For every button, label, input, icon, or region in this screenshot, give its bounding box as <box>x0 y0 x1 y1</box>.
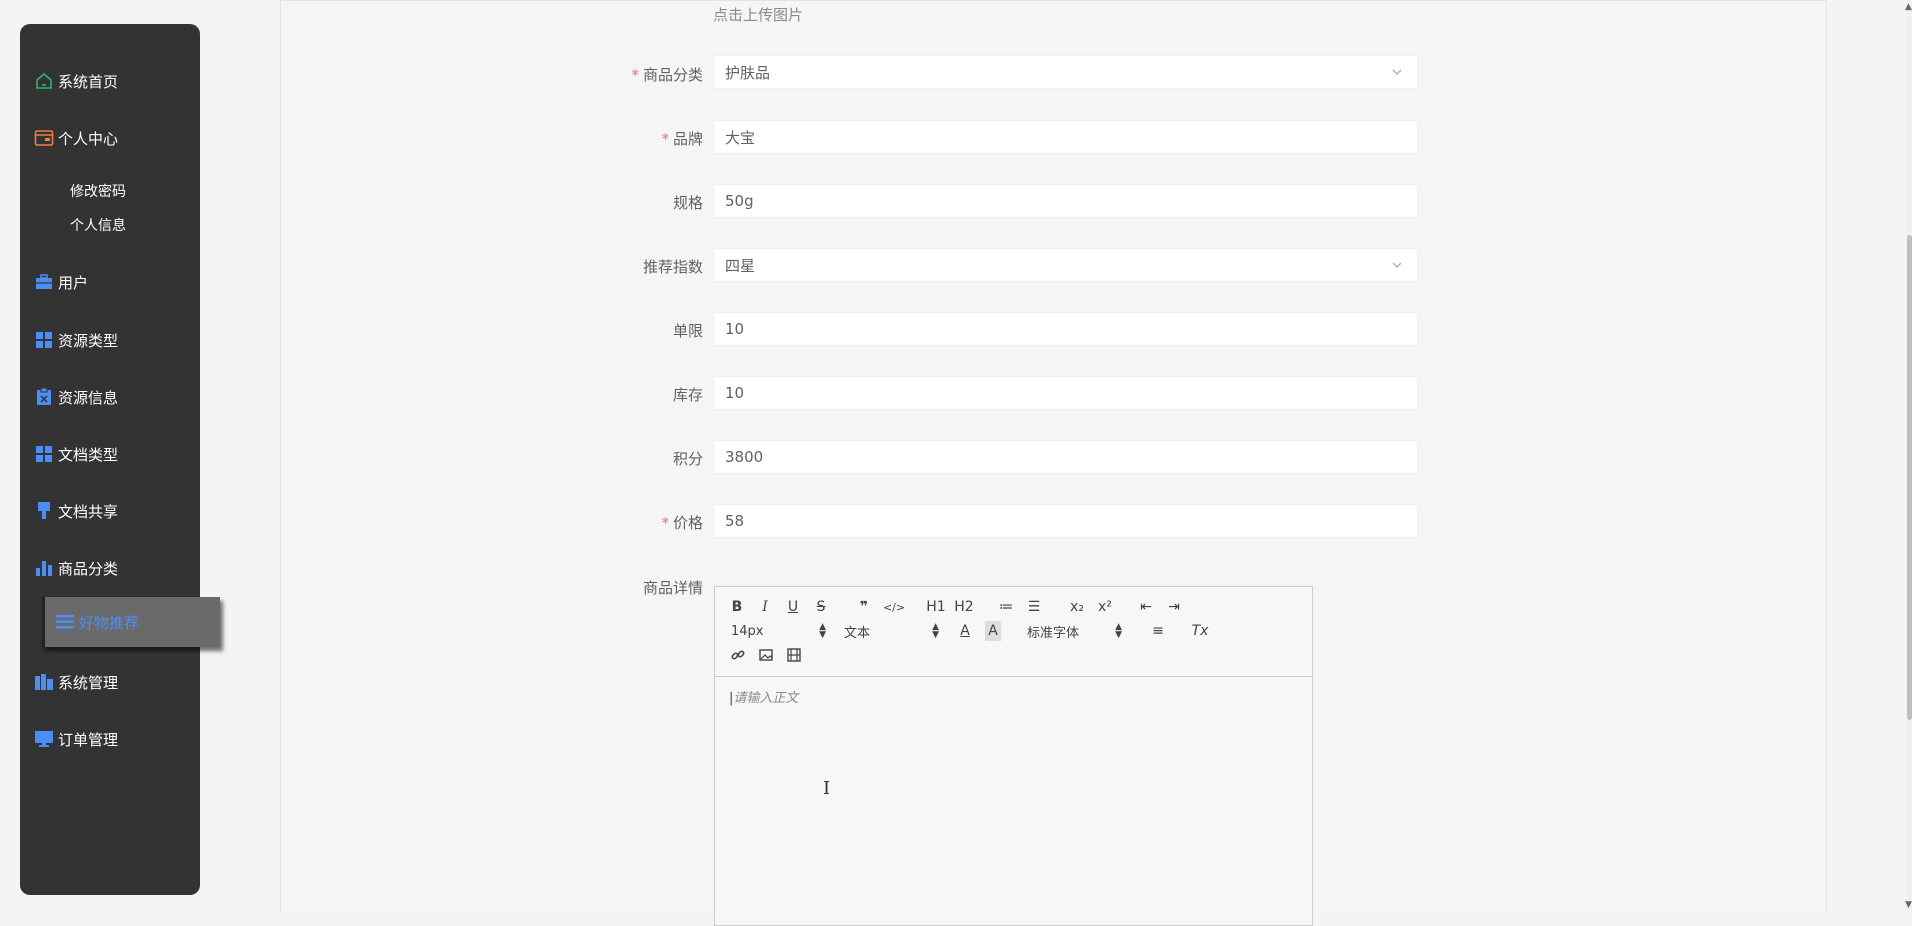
ordered-list-button[interactable]: ≔ <box>997 597 1015 617</box>
sidebar-subitem-personal-info[interactable]: 个人信息 <box>70 215 126 235</box>
text-cursor-icon: I <box>823 778 831 799</box>
underline-button[interactable]: U <box>785 597 801 617</box>
updown-arrow-icon: ▲ ▼ <box>819 622 826 640</box>
sidebar-item-label: 用户 <box>58 273 89 292</box>
link-icon <box>731 650 745 660</box>
label-product-details: 商品详情 <box>642 579 703 597</box>
sidebar-item-label: 个人中心 <box>58 129 119 148</box>
sidebar-item-product-category[interactable]: 商品分类 <box>34 553 118 583</box>
label-price: * 价格 <box>661 514 703 532</box>
sidebar-item-document-type[interactable]: 文档类型 <box>34 439 118 469</box>
video-icon <box>787 648 801 662</box>
wallet-icon <box>34 128 54 148</box>
label-recommend-rating: 推荐指数 <box>642 258 703 276</box>
bar-chart-icon <box>34 558 54 578</box>
bullet-list-button[interactable]: ☰ <box>1025 597 1043 617</box>
superscript-button[interactable]: x² <box>1095 597 1115 617</box>
align-button[interactable]: ≡ <box>1149 621 1167 641</box>
sidebar-item-recommendations[interactable]: 好物推荐 <box>42 597 220 647</box>
h2-button[interactable]: H2 <box>953 597 975 617</box>
product-category-select[interactable]: 护肤品 <box>713 55 1418 89</box>
sidebar-item-label: 商品分类 <box>58 559 119 578</box>
label-stock: 库存 <box>672 386 703 404</box>
outdent-button[interactable]: ⇤ <box>1137 597 1155 617</box>
sidebar-item-system-management[interactable]: 系统管理 <box>34 667 118 697</box>
sidebar-item-personal-center[interactable]: 个人中心 <box>34 123 118 153</box>
subscript-button[interactable]: x₂ <box>1067 597 1087 617</box>
monitor-icon <box>34 729 54 749</box>
chevron-down-icon <box>1392 69 1402 75</box>
price-input[interactable]: 58 <box>713 504 1418 538</box>
sidebar-item-label: 系统管理 <box>58 673 119 692</box>
scrollbar-thumb[interactable] <box>1907 235 1912 720</box>
background-color-button[interactable]: A <box>985 621 1001 641</box>
sidebar-item-document-share[interactable]: 文档共享 <box>34 496 118 526</box>
sidebar-item-label: 订单管理 <box>58 730 119 749</box>
rich-text-editor: B I U S ❞ </> H1 H2 ≔ ☰ x₂ x² ⇤ ⇥ 14px ▲… <box>714 586 1313 926</box>
points-input[interactable]: 3800 <box>713 440 1418 474</box>
briefcase-icon <box>34 272 54 292</box>
sidebar-item-order-management[interactable]: 订单管理 <box>34 724 118 754</box>
text-color-button[interactable]: A <box>957 621 973 641</box>
sidebar-item-label: 资源信息 <box>58 388 119 407</box>
label-points: 积分 <box>672 450 703 468</box>
italic-button[interactable]: I <box>757 597 773 617</box>
brush-icon <box>34 501 54 521</box>
font-family-select[interactable]: 标准字体 ▲ ▼ <box>1027 621 1122 641</box>
sidebar-item-resource-info[interactable]: 资源信息 <box>34 382 118 412</box>
clipboard-icon <box>34 387 54 407</box>
sidebar-item-label: 文档共享 <box>58 502 119 521</box>
editor-content[interactable]: |请输入正文 <box>729 687 798 706</box>
label-brand: * 品牌 <box>661 130 703 148</box>
scroll-up-arrow-icon[interactable]: ▲ <box>1905 2 1912 12</box>
label-product-category: * 商品分类 <box>631 66 703 84</box>
sidebar-item-label: 文档类型 <box>58 445 119 464</box>
label-spec: 规格 <box>672 194 703 212</box>
image-icon <box>759 649 773 661</box>
sidebar-item-label: 系统首页 <box>58 72 119 91</box>
spec-input[interactable]: 50g <box>713 184 1418 218</box>
sidebar-item-resource-type[interactable]: 资源类型 <box>34 325 118 355</box>
editor-toolbar: B I U S ❞ </> H1 H2 ≔ ☰ x₂ x² ⇤ ⇥ 14px ▲… <box>715 587 1312 677</box>
sidebar-item-label: 好物推荐 <box>79 613 140 632</box>
updown-arrow-icon: ▲ ▼ <box>932 622 939 640</box>
brand-input[interactable]: 大宝 <box>713 120 1418 154</box>
updown-arrow-icon: ▲ ▼ <box>1115 622 1122 640</box>
sidebar-item-home[interactable]: 系统首页 <box>34 66 118 96</box>
h1-button[interactable]: H1 <box>925 597 947 617</box>
bold-button[interactable]: B <box>729 597 745 617</box>
font-size-select[interactable]: 14px ▲ ▼ <box>731 621 826 641</box>
image-button[interactable] <box>757 645 775 665</box>
limit-input[interactable]: 10 <box>713 312 1418 346</box>
recommend-rating-select[interactable]: 四星 <box>713 248 1418 282</box>
grid-icon <box>34 330 54 350</box>
label-limit: 单限 <box>672 322 703 340</box>
chevron-down-icon <box>1392 262 1402 268</box>
sidebar-subitem-change-password[interactable]: 修改密码 <box>70 181 126 201</box>
sidebar-item-users[interactable]: 用户 <box>34 267 88 297</box>
scroll-down-arrow-icon[interactable]: ▼ <box>1905 900 1912 910</box>
clean-format-button[interactable]: Tx <box>1191 621 1209 641</box>
video-button[interactable] <box>785 645 803 665</box>
stock-input[interactable]: 10 <box>713 376 1418 410</box>
sidebar-item-label: 资源类型 <box>58 331 119 350</box>
quote-button[interactable]: ❞ <box>855 597 873 617</box>
home-icon <box>34 71 54 91</box>
grid-icon <box>34 444 54 464</box>
indent-button[interactable]: ⇥ <box>1165 597 1183 617</box>
building-icon <box>34 672 54 692</box>
link-button[interactable] <box>729 645 747 665</box>
list-icon <box>55 612 75 632</box>
strike-button[interactable]: S <box>813 597 829 617</box>
code-button[interactable]: </> <box>883 597 905 617</box>
header-select[interactable]: 文本 ▲ ▼ <box>844 621 939 641</box>
upload-image-hint[interactable]: 点击上传图片 <box>713 4 803 25</box>
